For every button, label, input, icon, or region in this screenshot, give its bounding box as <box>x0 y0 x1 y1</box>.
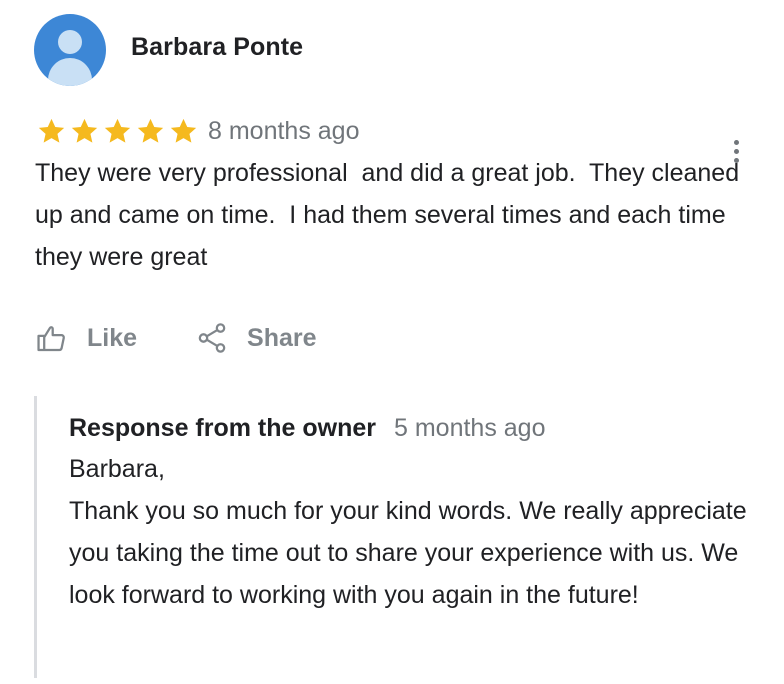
avatar-head-shape <box>58 30 82 54</box>
like-label: Like <box>87 323 138 352</box>
share-icon <box>198 323 226 353</box>
reviewer-avatar[interactable] <box>34 14 106 86</box>
reviewer-name[interactable]: Barbara Ponte <box>131 33 303 62</box>
owner-response-time: 5 months ago <box>394 414 546 442</box>
owner-response-header: Response from the owner 5 months ago <box>69 414 546 443</box>
share-label: Share <box>247 323 317 352</box>
share-button[interactable]: Share <box>195 321 317 355</box>
star-filled-icon <box>104 118 131 143</box>
star-filled-icon <box>137 118 164 143</box>
star-filled-icon <box>170 118 197 143</box>
review-actions: Like Share <box>35 318 317 358</box>
review-time: 8 months ago <box>208 116 360 145</box>
avatar-body-shape <box>48 58 92 86</box>
thumbs-up-icon <box>37 326 65 352</box>
review-text: They were very professional and did a gr… <box>35 159 747 271</box>
more-dot <box>733 139 739 145</box>
star-filled-icon <box>38 118 65 143</box>
owner-response-title: Response from the owner <box>69 414 376 442</box>
owner-response-text: Barbara, Thank you so much for your kind… <box>69 455 747 609</box>
rating-row: 8 months ago <box>36 114 360 148</box>
star-filled-icon <box>71 118 98 143</box>
star-rating <box>36 116 199 147</box>
owner-response: Response from the owner 5 months ago Bar… <box>34 396 757 678</box>
review-card: Barbara Ponte 8 months ago They were ver… <box>0 0 784 684</box>
like-button[interactable]: Like <box>35 321 137 355</box>
